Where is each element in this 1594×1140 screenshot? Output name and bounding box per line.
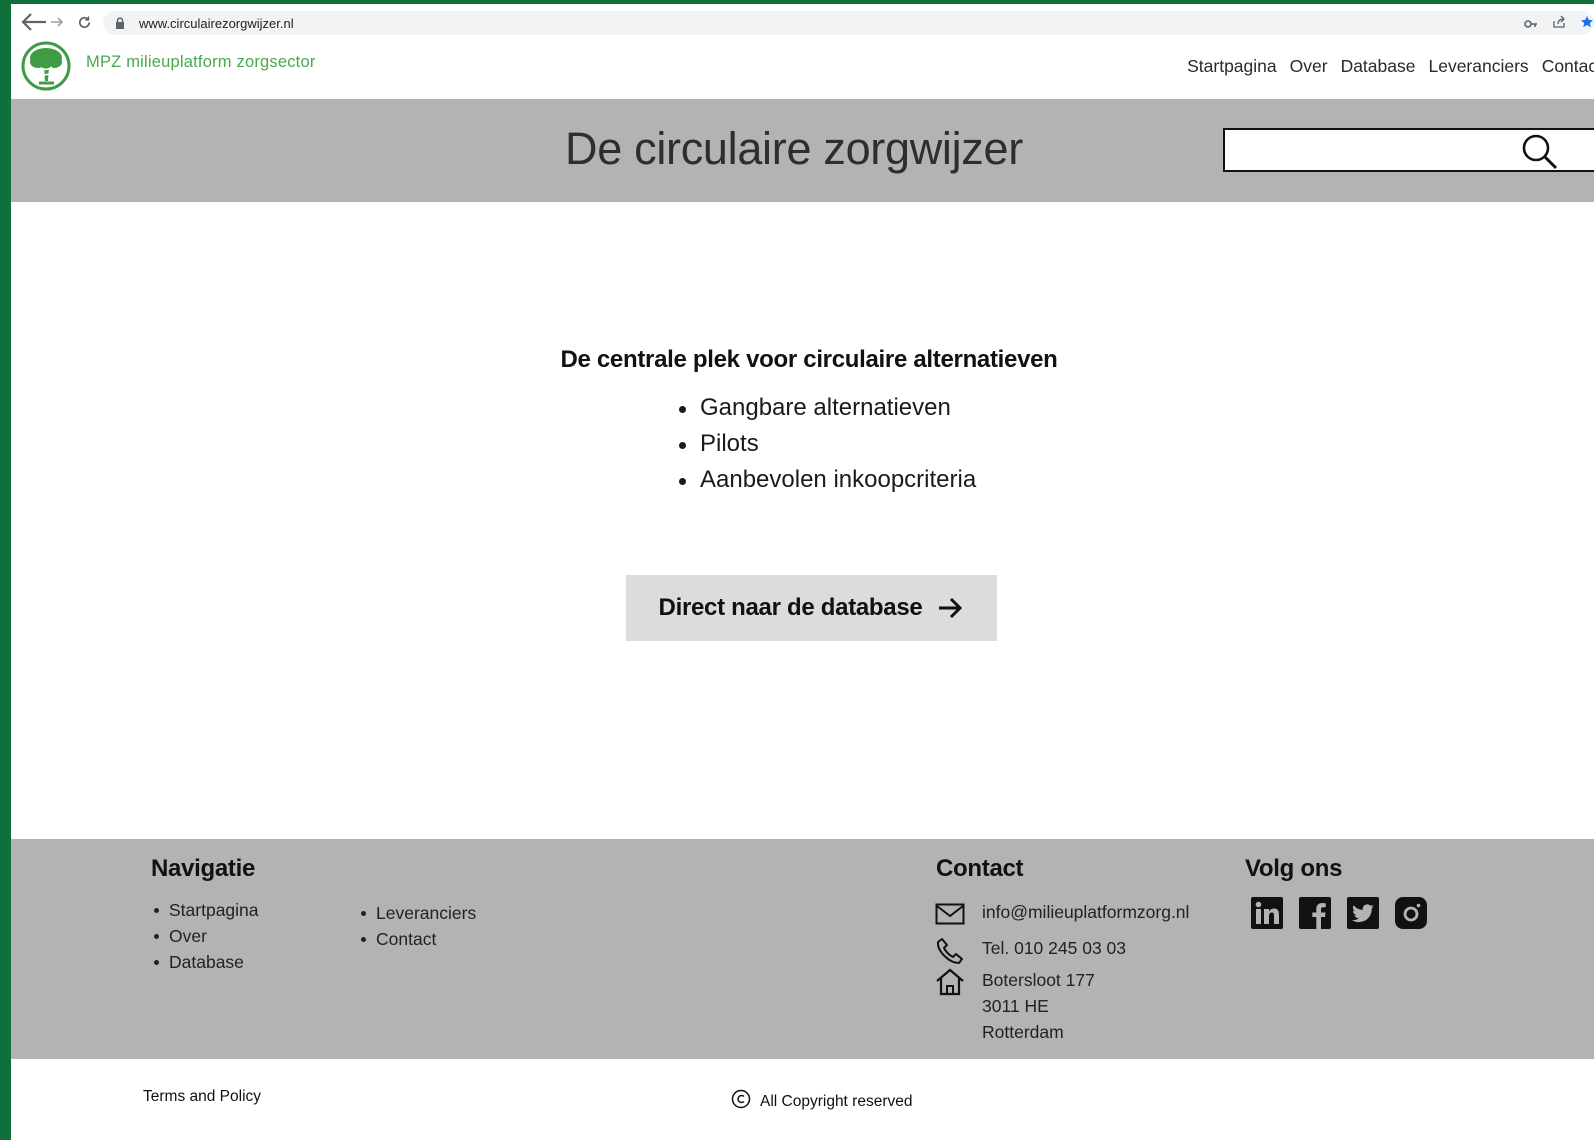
bookmark-star-icon[interactable] <box>1580 15 1594 34</box>
social-links <box>1251 897 1427 929</box>
page-title: De circulaire zorgwijzer <box>565 123 1023 174</box>
linkedin-icon[interactable] <box>1251 897 1283 929</box>
bottom-bar: Terms and Policy All Copyright reserved <box>11 1059 1594 1140</box>
arrow-right-icon <box>936 594 964 622</box>
intro-heading-text: De centrale plek voor circulaire alterna… <box>560 346 1058 373</box>
share-icon[interactable] <box>1552 15 1566 34</box>
footer-link-over[interactable]: Over <box>151 923 259 949</box>
back-icon[interactable] <box>19 10 49 34</box>
instagram-icon[interactable] <box>1395 897 1427 929</box>
nav-startpagina[interactable]: Startpagina <box>1187 56 1277 77</box>
twitter-icon[interactable] <box>1347 897 1379 929</box>
nav-leveranciers[interactable]: Leveranciers <box>1428 56 1528 77</box>
main-nav: Startpagina Over Database Leveranciers C… <box>1187 56 1594 77</box>
nav-over[interactable]: Over <box>1290 56 1328 77</box>
contact-email: info@milieuplatformzorg.nl <box>935 899 1189 929</box>
address-text: Botersloot 177 3011 HE Rotterdam <box>982 967 1095 1045</box>
hero-band: De circulaire zorgwijzer <box>11 99 1594 202</box>
nav-database[interactable]: Database <box>1341 56 1416 77</box>
footer-link-contact[interactable]: Contact <box>358 926 476 952</box>
email-link[interactable]: info@milieuplatformzorg.nl <box>982 899 1189 925</box>
cta-label: Direct naar de database <box>658 594 923 621</box>
footer-nav-col1: Startpagina Over Database <box>151 897 259 975</box>
key-icon[interactable] <box>1524 16 1538 34</box>
nav-contact[interactable]: Contact <box>1542 56 1594 77</box>
intro-heading: De centrale plek voor circulaire alterna… <box>11 346 1594 374</box>
lock-icon <box>115 16 129 30</box>
forward-icon[interactable] <box>49 10 65 34</box>
facebook-icon[interactable] <box>1299 897 1331 929</box>
mail-icon <box>935 899 965 929</box>
copyright-text: All Copyright reserved <box>760 1092 913 1110</box>
url-text: www.circulairezorgwijzer.nl <box>139 15 294 31</box>
list-item: Gangbare alternatieven <box>679 390 976 426</box>
footer-link-database[interactable]: Database <box>151 949 259 975</box>
phone-text[interactable]: Tel. 010 245 03 03 <box>982 935 1126 961</box>
list-item: Aanbevolen inkoopcriteria <box>679 462 976 498</box>
browser-actions <box>1524 15 1594 34</box>
footer-link-leveranciers[interactable]: Leveranciers <box>358 900 476 926</box>
direct-database-button[interactable]: Direct naar de database <box>626 575 997 641</box>
footer-follow-heading: Volg ons <box>1245 855 1343 882</box>
site-header: MPZ milieuplatform zorgsector Startpagin… <box>11 39 1594 99</box>
feature-list: Gangbare alternatieven Pilots Aanbevolen… <box>679 390 976 498</box>
logo-tree-icon[interactable] <box>21 41 71 91</box>
address-bar[interactable]: www.circulairezorgwijzer.nl <box>103 11 1594 35</box>
address-line: Botersloot 177 <box>982 970 1095 990</box>
brand-name[interactable]: MPZ milieuplatform zorgsector <box>86 53 316 72</box>
search-icon[interactable] <box>1521 133 1559 171</box>
reload-icon[interactable] <box>74 10 94 34</box>
address-line: Rotterdam <box>982 1022 1064 1042</box>
footer-nav-heading: Navigatie <box>151 855 256 882</box>
home-icon <box>935 967 965 997</box>
contact-address: Botersloot 177 3011 HE Rotterdam <box>935 967 1095 1045</box>
address-line: 3011 HE <box>982 996 1049 1016</box>
footer-contact-heading: Contact <box>936 855 1024 882</box>
footer: Navigatie Startpagina Over Database Leve… <box>11 839 1594 1059</box>
browser-window: www.circulairezorgwijzer.nl MPZ milieupl… <box>11 4 1594 1140</box>
search-box <box>1223 128 1594 172</box>
copyright: All Copyright reserved <box>731 1089 912 1114</box>
copyright-icon <box>731 1089 751 1114</box>
contact-phone: Tel. 010 245 03 03 <box>935 935 1126 965</box>
footer-link-startpagina[interactable]: Startpagina <box>151 897 259 923</box>
footer-nav-col2: Leveranciers Contact <box>358 900 476 952</box>
search-input[interactable] <box>1235 132 1519 170</box>
list-item: Pilots <box>679 426 976 462</box>
terms-link[interactable]: Terms and Policy <box>143 1088 261 1106</box>
browser-toolbar: www.circulairezorgwijzer.nl <box>11 4 1594 39</box>
phone-icon <box>935 935 965 965</box>
